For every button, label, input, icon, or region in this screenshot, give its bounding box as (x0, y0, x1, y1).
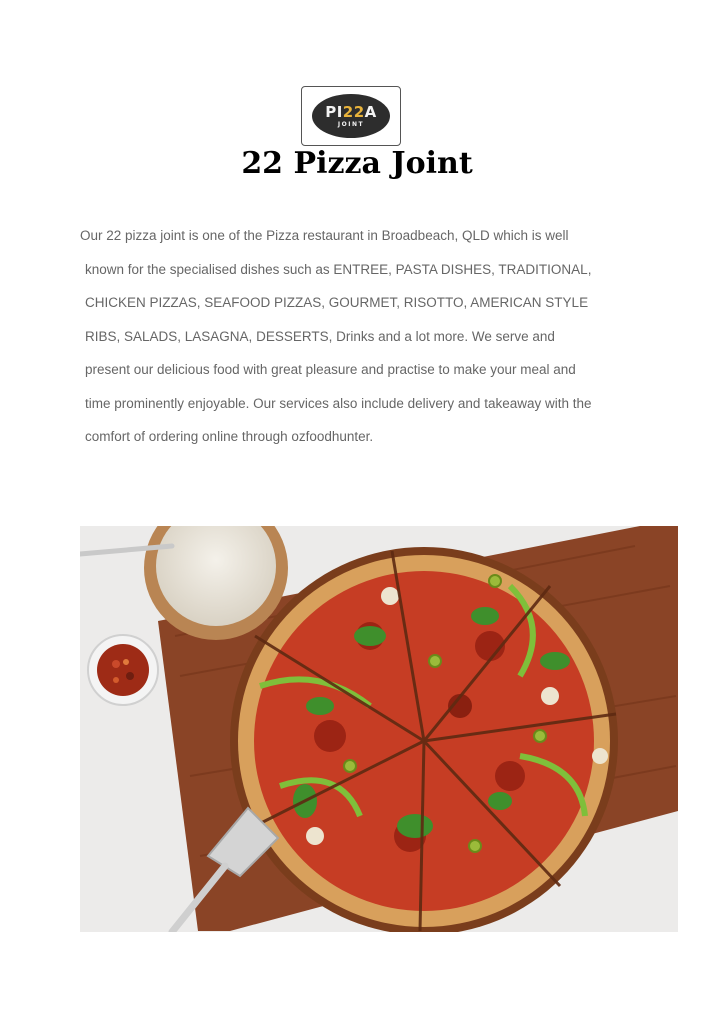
logo-subtitle: JOINT (337, 120, 365, 128)
intro-line: CHICKEN PIZZAS, SEAFOOD PIZZAS, GOURMET,… (85, 295, 589, 310)
page-title: 22 Pizza Joint (241, 146, 473, 181)
intro-line: known for the specialised dishes such as… (85, 261, 592, 277)
pizza-photo (77, 496, 678, 936)
intro-line: RIBS, SALADS, LASAGNA, DESSERTS, Drinks … (85, 328, 555, 344)
intro-paragraph: Our 22 pizza joint is one of the Pizza r… (80, 222, 660, 457)
intro-line: present our delicious food with great pl… (85, 362, 576, 377)
logo-badge: PI22A JOINT (312, 94, 390, 138)
intro-line: time prominently enjoyable. Our services… (85, 395, 592, 411)
chili-flakes-dish (87, 634, 159, 706)
pizza-illustration (77, 496, 678, 936)
pizza (230, 547, 618, 935)
logo-wordmark: PI22A (325, 102, 377, 121)
intro-line: Our 22 pizza joint is one of the Pizza r… (80, 228, 569, 243)
intro-line: comfort of ordering online through ozfoo… (85, 429, 374, 444)
logo: PI22A JOINT (301, 86, 401, 146)
